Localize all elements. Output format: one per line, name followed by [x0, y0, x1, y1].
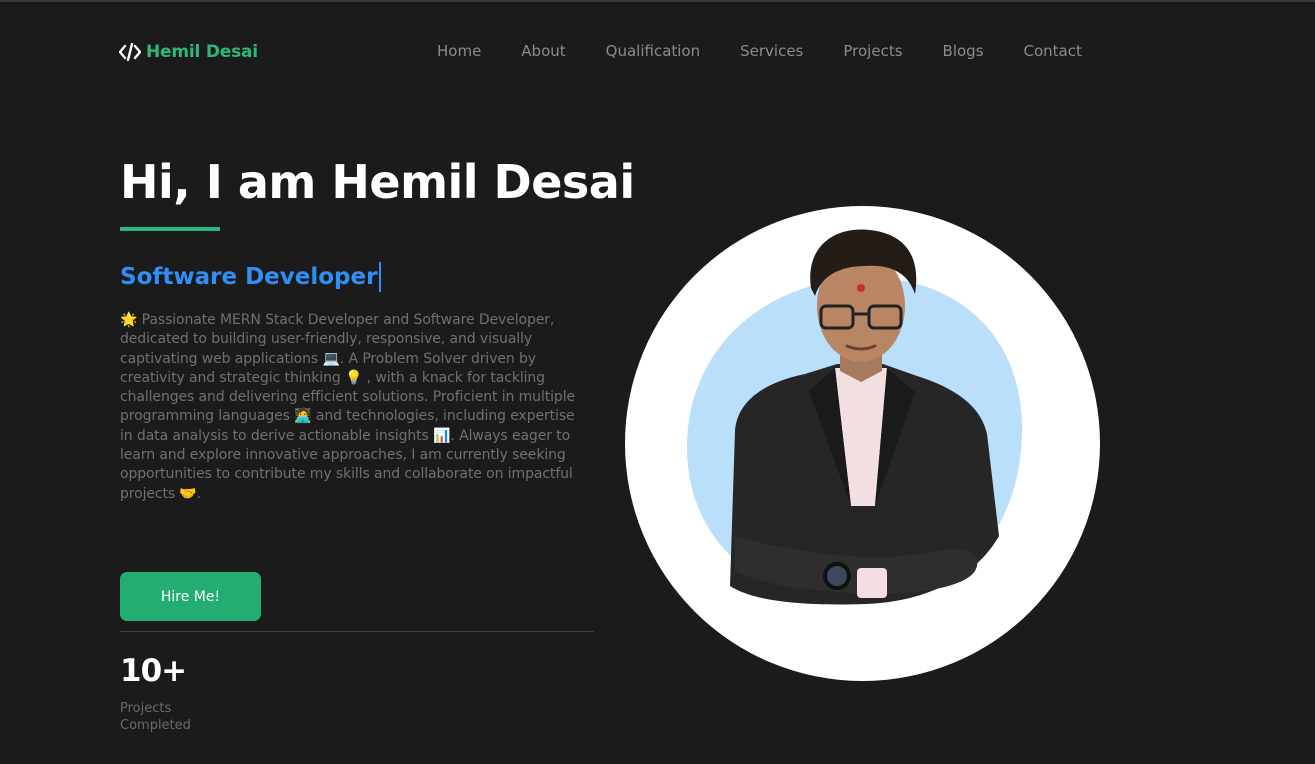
typing-caret — [379, 262, 382, 292]
top-border — [0, 0, 1315, 2]
nav-qualification[interactable]: Qualification — [606, 41, 700, 61]
nav-services[interactable]: Services — [740, 41, 803, 61]
projects-label: Projects Completed — [120, 701, 191, 733]
code-brackets-icon — [119, 42, 141, 62]
nav-projects[interactable]: Projects — [843, 41, 902, 61]
nav-home[interactable]: Home — [437, 41, 481, 61]
stats-divider — [120, 631, 594, 632]
projects-count: 10+ — [120, 653, 187, 689]
bio-paragraph: 🌟 Passionate MERN Stack Developer and So… — [120, 312, 576, 502]
hero-title: Hi, I am Hemil Desai — [120, 155, 635, 209]
nav-blogs[interactable]: Blogs — [943, 41, 984, 61]
hire-me-button[interactable]: Hire Me! — [120, 572, 261, 621]
nav-about[interactable]: About — [521, 41, 565, 61]
profile-photo — [625, 206, 1100, 681]
role-text: Software Developer — [120, 264, 378, 290]
logo-name: Hemil Desai — [146, 42, 258, 62]
role-heading: Software Developer — [120, 262, 382, 292]
main-nav: Home About Qualification Services Projec… — [437, 41, 1082, 61]
site-logo[interactable]: Hemil Desai — [119, 40, 258, 64]
profile-illustration — [686, 229, 1023, 605]
title-underline — [120, 227, 220, 231]
nav-contact[interactable]: Contact — [1024, 41, 1082, 61]
wristwatch — [823, 562, 851, 590]
